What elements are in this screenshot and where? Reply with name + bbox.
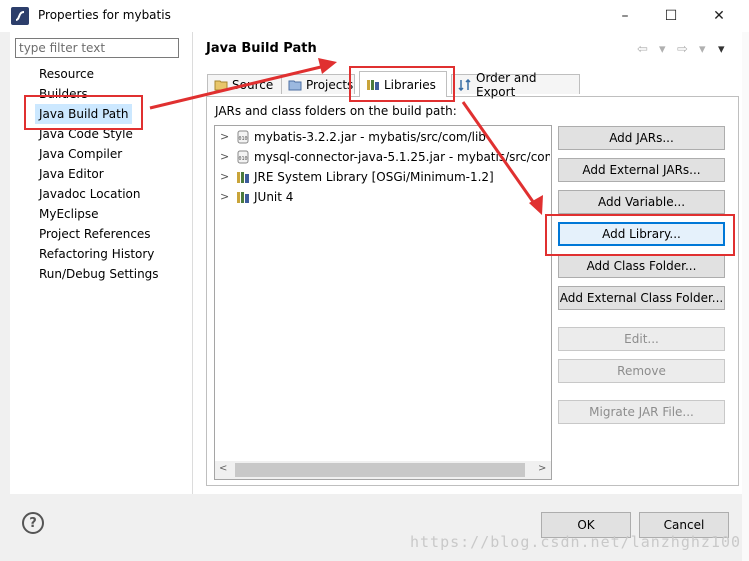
annotation-arrowhead-1 bbox=[318, 58, 337, 74]
annotation-arrows bbox=[149, 58, 543, 215]
annotation-arrow-2 bbox=[461, 101, 538, 207]
annotation-arrow-1 bbox=[149, 64, 326, 110]
